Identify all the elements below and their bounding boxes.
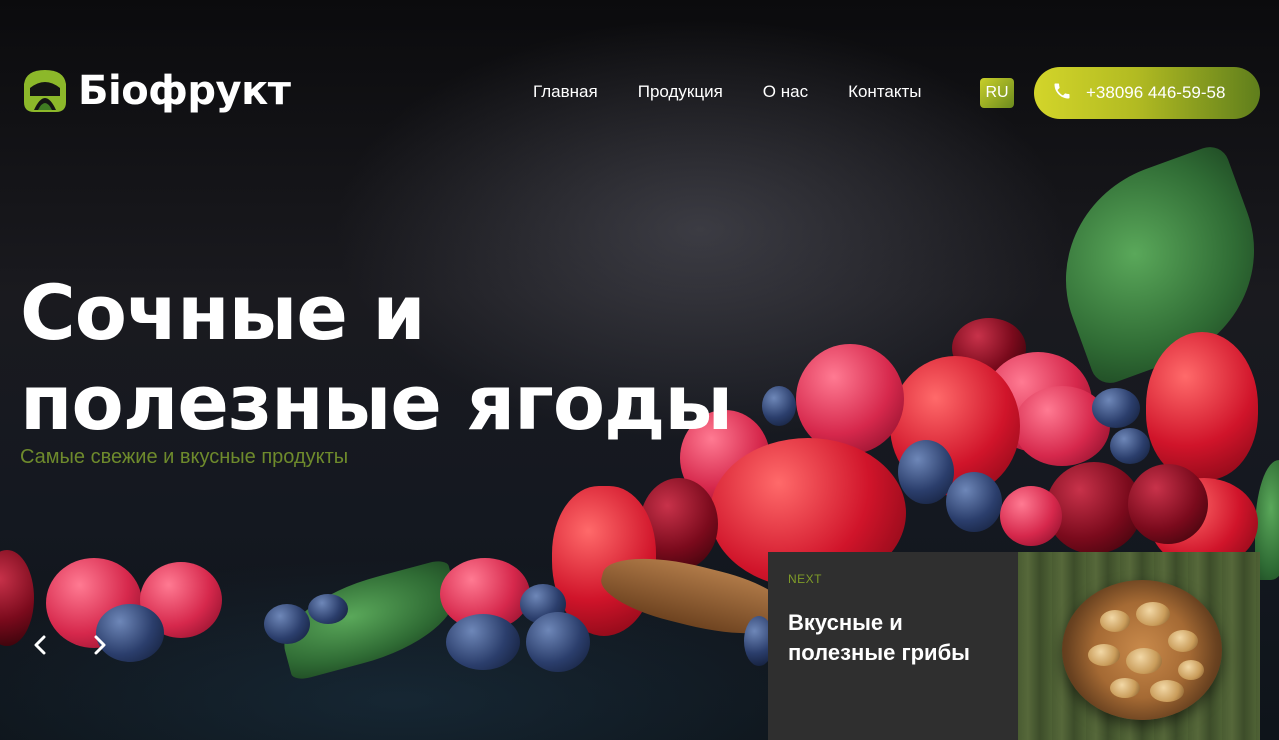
mushroom xyxy=(1110,678,1140,698)
phone-icon xyxy=(1052,81,1072,106)
language-switch[interactable]: RU xyxy=(980,78,1014,108)
blueberry xyxy=(946,472,1002,532)
mushroom xyxy=(1150,680,1184,702)
slider-prev-button[interactable] xyxy=(28,630,52,660)
mushroom xyxy=(1136,602,1170,626)
chevron-left-icon xyxy=(34,635,46,655)
site-header: Біофрукт Главная Продукция О нас Контакт… xyxy=(0,0,1279,180)
strawberry xyxy=(1146,332,1258,480)
mushroom xyxy=(1088,644,1120,666)
mushroom xyxy=(1126,648,1162,674)
mushroom xyxy=(1178,660,1204,680)
chevron-right-icon xyxy=(94,635,106,655)
brand-name: Біофрукт xyxy=(78,68,291,114)
logo-icon xyxy=(20,66,70,116)
hero-title: Сочные и полезные ягоды xyxy=(20,268,800,448)
phone-number: +38096 446-59-58 xyxy=(1086,83,1226,102)
blueberry xyxy=(1110,428,1150,464)
blueberry xyxy=(264,604,310,644)
nav-item-about[interactable]: О нас xyxy=(763,80,808,104)
blueberry xyxy=(526,612,590,672)
next-slide-card[interactable]: NEXT Вкусные и полезные грибы xyxy=(768,552,1260,740)
blueberry xyxy=(1092,388,1140,428)
main-nav: Главная Продукция О нас Контакты xyxy=(533,80,922,104)
mushroom xyxy=(1168,630,1198,652)
hero-title-line1: Сочные и xyxy=(20,268,426,357)
blueberry xyxy=(308,594,348,624)
slider-next-button[interactable] xyxy=(88,630,112,660)
nav-item-products[interactable]: Продукция xyxy=(638,80,723,104)
site-logo[interactable]: Біофрукт xyxy=(20,66,291,116)
blueberry xyxy=(446,614,520,670)
next-slide-text: NEXT Вкусные и полезные грибы xyxy=(768,552,1018,740)
next-slide-title: Вкусные и полезные грибы xyxy=(788,610,970,665)
blueberry xyxy=(898,440,954,504)
nav-item-home[interactable]: Главная xyxy=(533,80,598,104)
phone-button[interactable]: +38096 446-59-58 xyxy=(1034,67,1260,119)
hero-subtitle: Самые свежие и вкусные продукты xyxy=(20,446,349,468)
hero-title-line2: полезные ягоды xyxy=(20,358,733,447)
cherry xyxy=(1128,464,1208,544)
nav-item-contacts[interactable]: Контакты xyxy=(848,80,921,104)
next-label: NEXT xyxy=(788,572,823,586)
raspberry xyxy=(1000,486,1062,546)
mushroom-basket-image xyxy=(1018,552,1260,740)
mushroom xyxy=(1100,610,1130,632)
